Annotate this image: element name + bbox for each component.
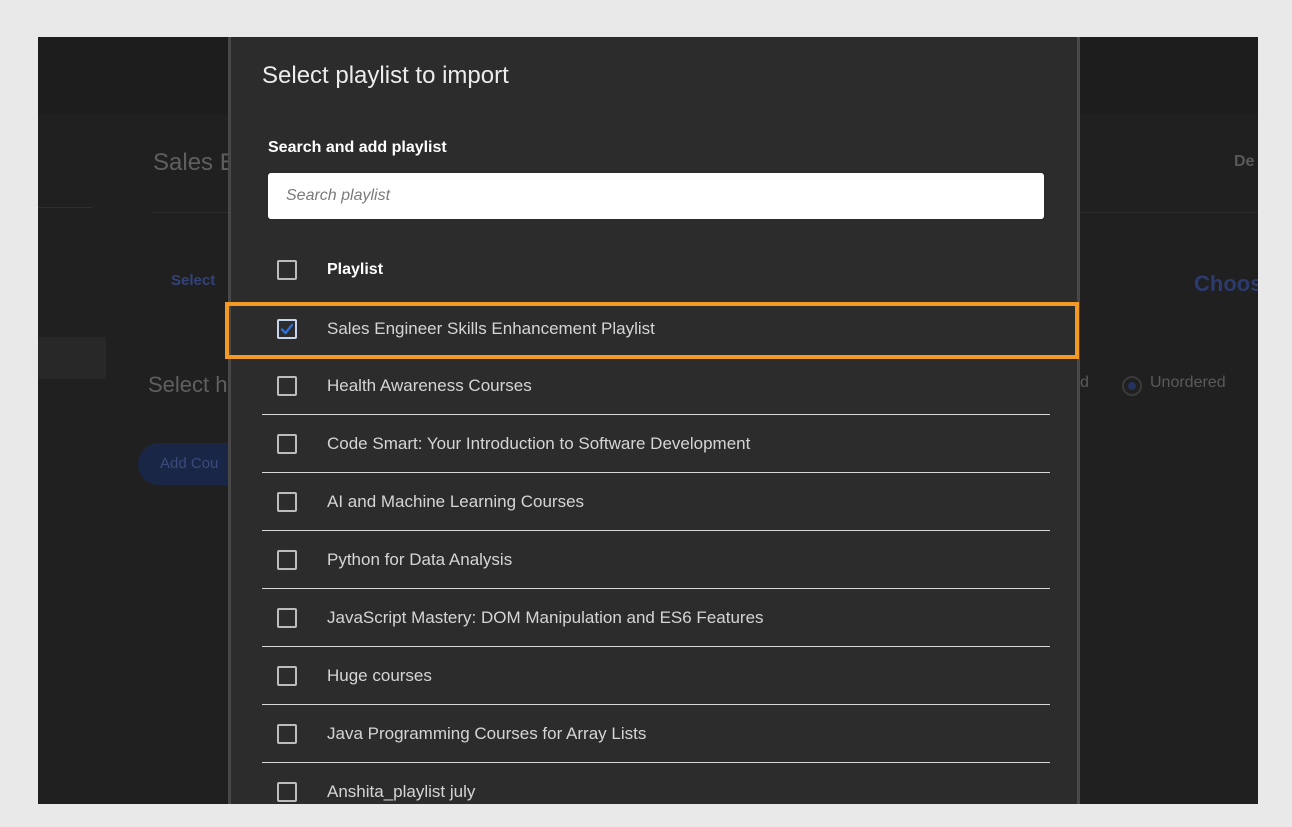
playlist-row-3[interactable]: Code Smart: Your Introduction to Softwar… bbox=[262, 415, 1050, 473]
background-choose-heading: Choos bbox=[1194, 271, 1258, 296]
background-sidebar-divider bbox=[38, 207, 93, 208]
playlist-checkbox-9[interactable] bbox=[277, 781, 297, 802]
import-playlist-modal: Select playlist to import Search and add… bbox=[228, 37, 1080, 804]
background-select-heading: Select h bbox=[148, 372, 228, 397]
background-ordered-label: d bbox=[1080, 374, 1089, 391]
playlist-row-1[interactable]: Sales Engineer Skills Enhancement Playli… bbox=[262, 300, 1050, 357]
playlist-row-7[interactable]: Huge courses bbox=[262, 647, 1050, 705]
app-screen: Sales E Select Select h Add Cou De Choos… bbox=[38, 37, 1258, 804]
search-playlist-input[interactable] bbox=[268, 173, 1044, 219]
playlist-checkbox-2[interactable] bbox=[277, 375, 297, 396]
background-sidebar-block bbox=[38, 337, 106, 379]
playlist-checkbox-7[interactable] bbox=[277, 665, 297, 686]
playlist-column-header: Playlist bbox=[327, 261, 384, 278]
background-unordered-radio bbox=[1122, 376, 1142, 396]
playlist-row-4[interactable]: AI and Machine Learning Courses bbox=[262, 473, 1050, 531]
playlist-row-6[interactable]: JavaScript Mastery: DOM Manipulation and… bbox=[262, 589, 1050, 647]
playlist-label-7: Huge courses bbox=[327, 665, 432, 685]
background-delete-link: De bbox=[1234, 153, 1255, 170]
playlist-checkbox-3[interactable] bbox=[277, 433, 297, 454]
playlist-label-3: Code Smart: Your Introduction to Softwar… bbox=[327, 433, 751, 453]
search-label: Search and add playlist bbox=[268, 139, 447, 156]
playlist-checkbox-5[interactable] bbox=[277, 549, 297, 570]
playlist-label-4: AI and Machine Learning Courses bbox=[327, 491, 585, 511]
playlist-label-6: JavaScript Mastery: DOM Manipulation and… bbox=[327, 607, 764, 627]
playlist-label-1: Sales Engineer Skills Enhancement Playli… bbox=[327, 318, 655, 338]
playlist-label-5: Python for Data Analysis bbox=[327, 549, 513, 569]
playlist-row-8[interactable]: Java Programming Courses for Array Lists bbox=[262, 705, 1050, 763]
playlist-label-2: Health Awareness Courses bbox=[327, 375, 532, 395]
playlist-row-5[interactable]: Python for Data Analysis bbox=[262, 531, 1050, 589]
playlist-checkbox-6[interactable] bbox=[277, 607, 297, 628]
background-unordered-label: Unordered bbox=[1150, 374, 1226, 391]
playlist-row-2[interactable]: Health Awareness Courses bbox=[262, 357, 1050, 415]
playlist-checkbox-4[interactable] bbox=[277, 491, 297, 512]
playlist-checkbox-1[interactable] bbox=[277, 318, 297, 339]
modal-title: Select playlist to import bbox=[262, 62, 509, 89]
playlist-label-9: Anshita_playlist july bbox=[327, 781, 476, 801]
checkmark-icon bbox=[280, 323, 294, 334]
playlist-checkbox-8[interactable] bbox=[277, 723, 297, 744]
playlist-header-row: Playlist bbox=[262, 240, 1050, 300]
playlist-label-8: Java Programming Courses for Array Lists bbox=[327, 723, 647, 743]
playlist-list: Playlist Sales Engineer Skills Enhanceme… bbox=[262, 240, 1050, 804]
select-all-checkbox[interactable] bbox=[277, 260, 297, 280]
background-page-title: Sales E bbox=[153, 149, 236, 176]
background-select-tab: Select bbox=[171, 272, 216, 289]
playlist-row-9[interactable]: Anshita_playlist july bbox=[262, 763, 1050, 804]
